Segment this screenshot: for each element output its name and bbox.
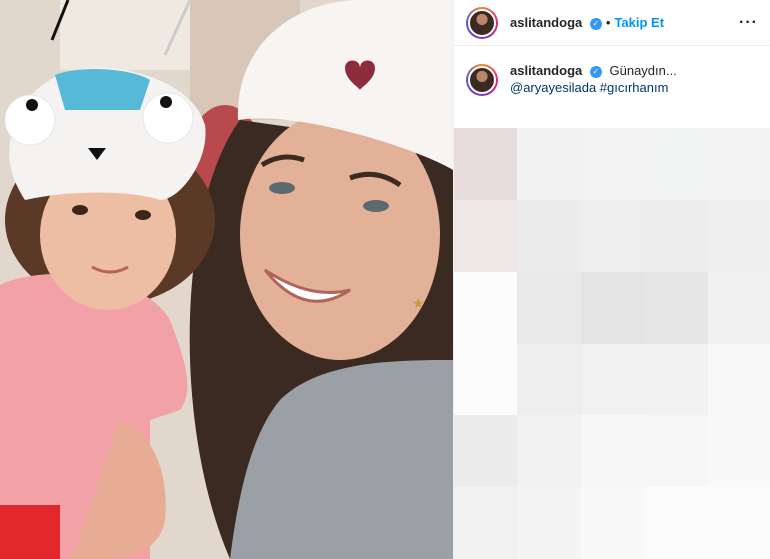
blur-cell (644, 343, 708, 416)
blur-cell (517, 415, 581, 488)
caption-body: Günaydın... (609, 63, 677, 78)
caption-tags[interactable]: @aryayesilada #gıcırhanım (510, 80, 668, 95)
caption-avatar[interactable] (466, 64, 498, 96)
blur-cell (454, 415, 518, 488)
blur-cell (707, 199, 770, 272)
blur-cell (454, 271, 518, 344)
blur-cell (517, 343, 581, 416)
blur-cell (707, 271, 770, 344)
caption-text: aslitandoga ✓ Günaydın... @aryayesilada … (510, 62, 677, 96)
svg-text:★: ★ (412, 295, 425, 311)
blur-cell (580, 199, 645, 272)
blur-cell (580, 128, 645, 200)
post-header: aslitandoga ✓ • Takip Et ··· (454, 0, 770, 46)
blur-cell (517, 487, 581, 559)
blur-cell (454, 199, 518, 272)
caption-avatar-image (468, 66, 496, 94)
caption-verified-badge-icon: ✓ (589, 65, 602, 78)
caption: aslitandoga ✓ Günaydın... @aryayesilada … (454, 46, 770, 96)
blur-cell (580, 415, 645, 488)
avatar[interactable] (466, 6, 498, 39)
blur-cell (454, 487, 518, 559)
blur-cell (454, 128, 518, 200)
verified-badge-icon: ✓ (589, 17, 602, 30)
blur-cell (644, 415, 708, 488)
blur-cell (707, 128, 770, 200)
blur-cell (707, 415, 770, 488)
blur-cell (644, 199, 708, 272)
post-side-panel: aslitandoga ✓ • Takip Et ··· aslitandoga… (453, 0, 770, 559)
blur-cell (517, 271, 581, 344)
more-options-icon[interactable]: ··· (739, 14, 758, 32)
photo-illustration: ★ (0, 0, 453, 559)
blur-cell (580, 487, 645, 559)
blur-cell (580, 343, 645, 416)
follow-button[interactable]: Takip Et (614, 15, 664, 30)
blur-cell (644, 271, 708, 344)
blur-cell (707, 487, 770, 559)
blur-cell (580, 271, 645, 344)
separator: • (605, 15, 611, 30)
avatar-image (468, 8, 496, 37)
blur-cell (517, 199, 581, 272)
blur-cell (707, 343, 770, 416)
caption-username-link[interactable]: aslitandoga ✓ (510, 63, 606, 78)
blur-cell (644, 128, 708, 200)
username-text: aslitandoga (510, 15, 583, 30)
blur-cell (517, 128, 581, 200)
post-photo: ★ (0, 0, 453, 559)
blur-cell (454, 343, 518, 416)
blurred-comments-area (454, 128, 770, 559)
username-link[interactable]: aslitandoga ✓ (510, 15, 602, 30)
blur-cell (644, 487, 708, 559)
caption-username-text: aslitandoga (510, 63, 583, 78)
